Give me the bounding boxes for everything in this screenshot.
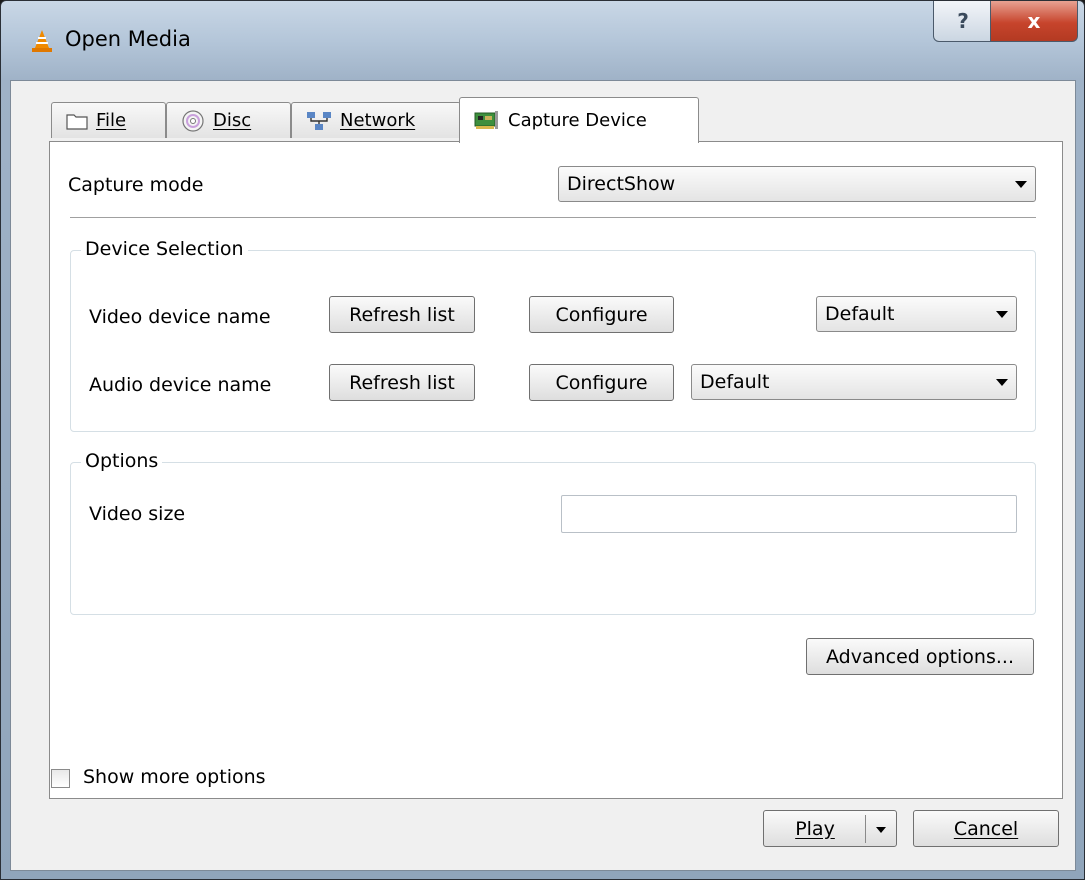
tab-network-label: Network — [340, 110, 416, 131]
play-dropdown-arrow-icon[interactable] — [876, 827, 886, 833]
tab-capture-device-label: Capture Device — [508, 110, 647, 131]
options-group: Options Video size — [70, 450, 1036, 615]
audio-configure-label: Configure — [555, 371, 648, 394]
tab-file[interactable]: File — [51, 102, 166, 138]
divider — [70, 217, 1036, 218]
disc-icon — [182, 109, 204, 132]
play-label: Play — [795, 817, 835, 840]
play-button[interactable]: Play — [763, 810, 897, 847]
video-device-dropdown[interactable]: Default — [816, 296, 1017, 332]
video-device-label: Video device name — [89, 306, 271, 328]
help-icon: ? — [957, 9, 969, 33]
video-device-value: Default — [825, 303, 895, 325]
video-refresh-button[interactable]: Refresh list — [329, 296, 475, 333]
audio-device-dropdown[interactable]: Default — [691, 364, 1017, 400]
cancel-label: Cancel — [953, 817, 1019, 840]
video-refresh-label: Refresh list — [349, 303, 455, 326]
video-size-label: Video size — [89, 503, 186, 525]
audio-configure-button[interactable]: Configure — [529, 364, 674, 401]
chevron-down-icon — [1015, 181, 1027, 188]
audio-device-label: Audio device name — [89, 374, 272, 396]
capture-card-icon — [474, 110, 498, 129]
tab-capture-device[interactable]: Capture Device — [459, 97, 699, 143]
audio-device-value: Default — [700, 371, 770, 393]
options-title: Options — [81, 450, 163, 472]
capture-device-panel: Capture mode DirectShow Device Selection… — [49, 141, 1063, 799]
capture-mode-label: Capture mode — [68, 174, 204, 196]
window-title: Open Media — [65, 27, 191, 51]
video-size-input[interactable] — [561, 495, 1017, 533]
chevron-down-icon — [996, 311, 1008, 318]
cancel-button[interactable]: Cancel — [913, 810, 1059, 847]
title-bar[interactable]: Open Media ? x — [1, 1, 1084, 81]
show-more-options-checkbox[interactable] — [51, 769, 70, 788]
close-button[interactable]: x — [990, 1, 1078, 42]
capture-mode-dropdown[interactable]: DirectShow — [558, 166, 1036, 202]
device-selection-group: Device Selection Video device name Refre… — [70, 238, 1036, 432]
capture-mode-value: DirectShow — [567, 173, 676, 195]
audio-refresh-button[interactable]: Refresh list — [329, 364, 475, 401]
device-selection-title: Device Selection — [81, 238, 248, 260]
advanced-options-button[interactable]: Advanced options... — [806, 638, 1034, 675]
chevron-down-icon — [996, 379, 1008, 386]
show-more-options-label[interactable]: Show more options — [83, 766, 266, 788]
folder-icon — [66, 113, 88, 130]
tab-disc-label: Disc — [213, 110, 252, 131]
show-more-options-text: Show more options — [83, 766, 266, 788]
help-button[interactable]: ? — [933, 1, 993, 42]
audio-refresh-label: Refresh list — [349, 371, 455, 394]
close-icon: x — [1027, 9, 1041, 33]
tab-disc[interactable]: Disc — [166, 102, 291, 138]
open-media-dialog: Open Media ? x File Disc Network Capture… — [0, 0, 1085, 880]
dialog-body: File Disc Network Capture Device Capture… — [10, 80, 1076, 871]
network-icon — [307, 111, 331, 130]
tab-network[interactable]: Network — [291, 102, 461, 138]
advanced-options-label: Advanced options... — [826, 645, 1014, 668]
video-configure-button[interactable]: Configure — [529, 296, 674, 333]
vlc-cone-icon — [32, 30, 52, 52]
video-configure-label: Configure — [555, 303, 648, 326]
tab-file-label: File — [96, 110, 127, 131]
split-divider — [865, 815, 866, 843]
